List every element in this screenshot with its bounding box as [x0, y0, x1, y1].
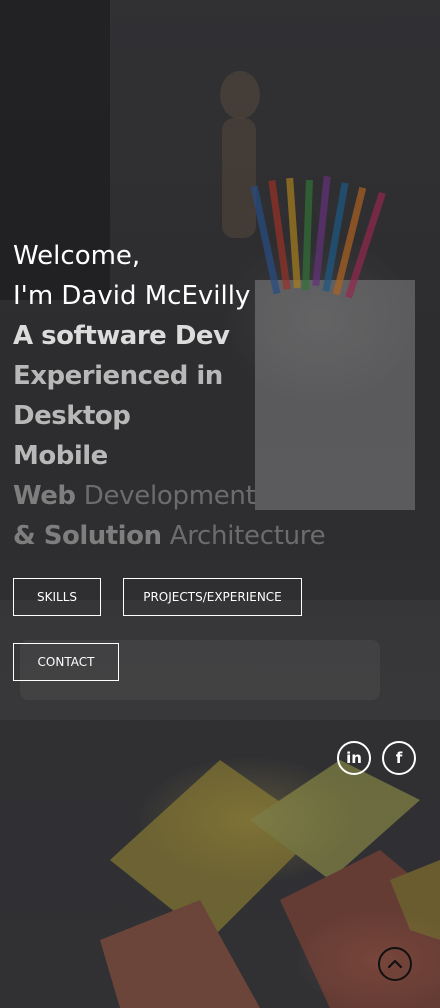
linkedin-icon[interactable]: in: [337, 741, 371, 775]
facebook-label: f: [395, 749, 403, 767]
linkedin-label: in: [346, 749, 362, 767]
desktop-text: Desktop: [13, 401, 131, 431]
welcome-text: Welcome,: [13, 241, 141, 271]
hero-section: Welcome, I'm David McEvilly A software D…: [0, 0, 440, 1008]
skills-button[interactable]: SKILLS: [13, 578, 101, 616]
development-text: Development: [83, 481, 256, 511]
experienced-text: Experienced in: [13, 361, 223, 391]
contact-button[interactable]: CONTACT: [13, 643, 119, 681]
architecture-text: Architecture: [169, 521, 326, 551]
solution-architecture-line: & Solution Architecture: [13, 516, 326, 556]
solution-text: & Solution: [13, 521, 162, 551]
projects-experience-button[interactable]: PROJECTS/EXPERIENCE: [123, 578, 302, 616]
role-text: A software Dev: [13, 321, 230, 351]
web-text: Web: [13, 481, 76, 511]
web-development-line: Web Development: [13, 476, 325, 516]
name-text: I'm David McEvilly: [13, 281, 251, 311]
facebook-icon[interactable]: f: [382, 741, 416, 775]
chevron-up-icon: [387, 959, 403, 969]
scroll-to-top-button[interactable]: [378, 947, 412, 981]
hero-headline: Welcome, I'm David McEvilly A software D…: [13, 236, 326, 556]
mobile-text: Mobile: [13, 441, 108, 471]
